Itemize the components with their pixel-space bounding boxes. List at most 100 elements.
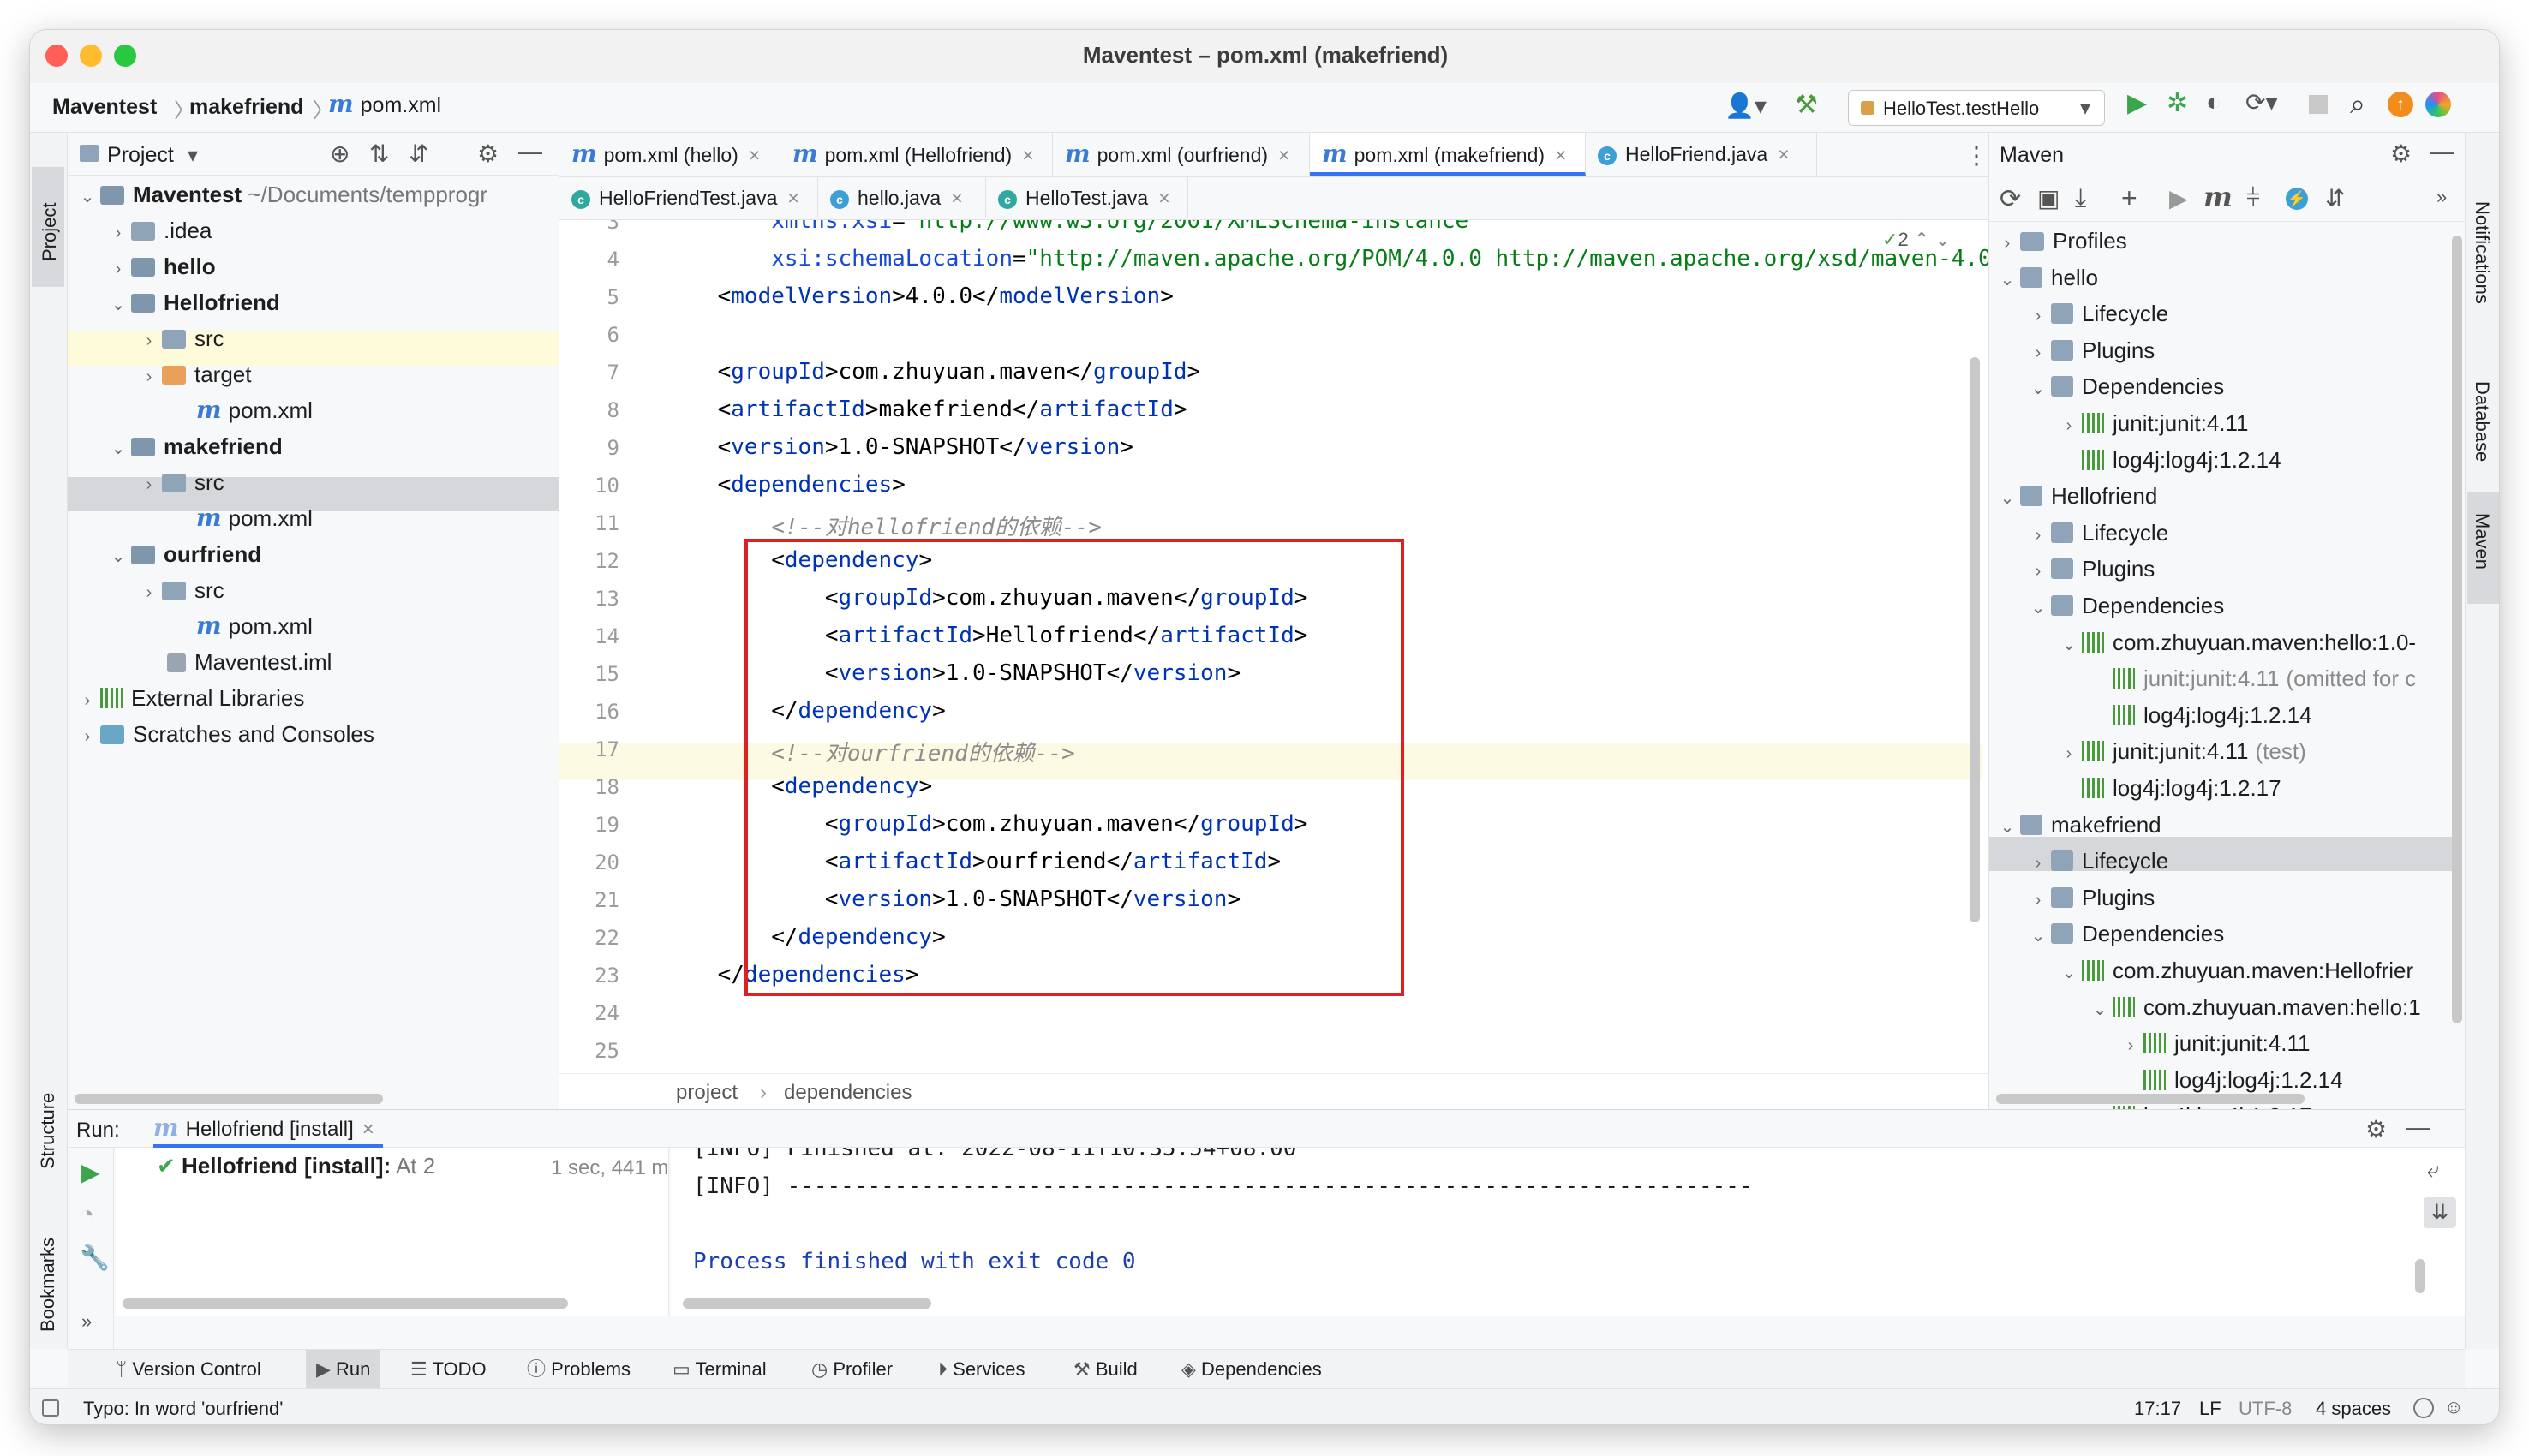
debug-bug-icon[interactable]: ✲	[2167, 88, 2188, 118]
tab-pom-hello[interactable]: m pom.xml (hello) ×	[559, 133, 780, 176]
chevron-right-icon[interactable]: ›	[2118, 1029, 2143, 1063]
maven-tree-item[interactable]: › Plugins	[2025, 552, 2155, 586]
breadcrumb-project-tag[interactable]: project	[676, 1081, 738, 1105]
expand-all-icon[interactable]: ⇅	[369, 140, 389, 168]
project-horizontal-scrollbar[interactable]	[75, 1094, 383, 1104]
chevron-down-icon[interactable]: ⌄	[1994, 263, 2020, 297]
chevron-down-icon[interactable]: ⌄	[1994, 481, 2020, 516]
maven-tree-item[interactable]: ⌄ Dependencies	[2025, 916, 2225, 953]
gear-icon[interactable]: ⚙	[2390, 140, 2412, 168]
notifications-icon[interactable]: ☺	[2444, 1396, 2463, 1418]
download-icon[interactable]: ⤓	[2075, 184, 2086, 213]
tree-item-target[interactable]: › target	[136, 357, 252, 391]
maven-tree-item[interactable]: › junit:junit:4.11	[2056, 406, 2249, 440]
close-icon[interactable]: ×	[1778, 143, 1789, 165]
breadcrumb-module[interactable]: makefriend	[189, 95, 303, 120]
jetbrains-logo-icon[interactable]	[2425, 92, 2451, 117]
run-tab-hellofriend-install[interactable]: m Hellofriend [install] ×	[153, 1113, 383, 1148]
tree-item-src[interactable]: › src	[136, 573, 224, 607]
maven-tree-item[interactable]: log4j:log4j:1.2.14	[2118, 1063, 2343, 1097]
console-horizontal-scrollbar[interactable]	[683, 1298, 931, 1309]
tab-pom-hellofriend[interactable]: m pom.xml (Hellofriend) ×	[780, 133, 1053, 176]
tab-hellotest-java[interactable]: c HelloTest.java ×	[986, 177, 1188, 218]
gear-icon[interactable]: ⚙	[477, 140, 499, 168]
chevron-right-icon[interactable]: ›	[1994, 226, 2020, 260]
breadcrumb-dependencies-tag[interactable]: dependencies	[784, 1081, 912, 1105]
run-tree-scrollbar[interactable]	[123, 1298, 568, 1309]
project-tool-button[interactable]: Project	[32, 167, 64, 287]
close-icon[interactable]: ×	[1555, 144, 1566, 166]
tree-item-ourfriend[interactable]: ⌄ ourfriend	[105, 537, 262, 571]
chevron-right-icon[interactable]: ›	[2025, 554, 2051, 588]
tab-hello-java[interactable]: c hello.java ×	[818, 177, 986, 218]
chevron-right-icon[interactable]: ›	[2025, 336, 2051, 370]
maven-tree-item[interactable]: log4j:log4j:1.2.14	[2056, 443, 2281, 477]
tree-item-pom[interactable]: m pom.xml	[196, 393, 313, 427]
maven-tree-item[interactable]: ⌄ Dependencies	[2025, 369, 2225, 406]
close-icon[interactable]: ×	[749, 144, 760, 166]
bookmarks-tool-button[interactable]: Bookmarks	[37, 1238, 59, 1332]
close-icon[interactable]: ×	[787, 187, 798, 209]
gear-icon[interactable]: ⚙	[2365, 1115, 2387, 1143]
maven-tree-item[interactable]: ⌄ hello	[1994, 260, 2098, 295]
skip-tests-icon[interactable]: ⚡	[2286, 188, 2308, 210]
bottom-tab-services[interactable]: ⏵ Services	[938, 1350, 1025, 1389]
maven-vertical-scrollbar[interactable]	[2452, 236, 2462, 1023]
tree-item-external-libraries[interactable]: › External Libraries	[75, 681, 305, 715]
maven-tool-button[interactable]: Maven	[2467, 492, 2499, 604]
chevron-down-icon[interactable]: ▾	[188, 143, 198, 168]
close-icon[interactable]: ×	[1278, 144, 1289, 166]
chevron-down-icon[interactable]: ⌄	[2056, 628, 2082, 662]
line-separator[interactable]: LF	[2199, 1398, 2221, 1420]
maven-tree-item[interactable]: › Lifecycle	[2025, 844, 2169, 878]
maven-tree-item[interactable]: ⌄ Dependencies	[2025, 588, 2225, 623]
bottom-tab-profiler[interactable]: ◷ Profiler	[811, 1350, 893, 1389]
close-icon[interactable]: ×	[951, 187, 962, 209]
more-icon[interactable]: »	[2436, 186, 2447, 208]
tree-item-maventest[interactable]: ⌄ Maventest ~/Documents/tempprogr	[75, 177, 487, 212]
bottom-tab-run[interactable]: ▶ Run	[306, 1350, 381, 1389]
breadcrumb-file[interactable]: m pom.xml	[328, 90, 441, 118]
tree-item-scratches[interactable]: › Scratches and Consoles	[75, 717, 374, 751]
maven-tree-item[interactable]: junit:junit:4.11 (omitted for c	[2087, 661, 2416, 695]
maven-tree-item[interactable]: ⌄ com.zhuyuan.maven:Hellofrier	[2056, 953, 2414, 988]
update-icon[interactable]: ↑	[2388, 92, 2413, 117]
chevron-down-icon[interactable]: ⌄	[2025, 372, 2051, 406]
tree-item-src[interactable]: › src	[136, 321, 224, 355]
scroll-to-end-icon[interactable]: ⇊	[2424, 1197, 2456, 1228]
chevron-down-icon[interactable]: ⌄	[2025, 919, 2051, 953]
coverage-icon[interactable]: ◐	[2206, 88, 2221, 117]
run-config-selector[interactable]: HelloTest.testHello ▾	[1848, 90, 2105, 126]
breadcrumb-project[interactable]: Maventest	[52, 95, 157, 120]
search-icon[interactable]: ⌕	[2350, 88, 2365, 121]
run-tree-entry[interactable]: ✔ Hellofriend [install]: At 2	[157, 1153, 435, 1179]
wrench-icon[interactable]: 🔧	[80, 1244, 110, 1272]
chevron-right-icon[interactable]: ›	[2025, 299, 2051, 333]
tree-item-idea[interactable]: › .idea	[105, 213, 212, 248]
maven-tree-item[interactable]: › Plugins	[2025, 880, 2155, 915]
add-icon[interactable]: +	[2121, 182, 2137, 214]
maven-tree-item[interactable]: ⌄ com.zhuyuan.maven:hello:1.0-	[2056, 625, 2416, 659]
structure-tool-button[interactable]: Structure	[37, 1093, 59, 1169]
indent-setting[interactable]: 4 spaces	[2316, 1398, 2391, 1420]
bottom-tab-build[interactable]: ⚒ Build	[1073, 1350, 1138, 1389]
user-account-icon[interactable]: 👤▾	[1725, 92, 1767, 120]
maven-tree-item[interactable]: › Lifecycle	[2025, 296, 2169, 333]
tab-hellofriendtest-java[interactable]: c HelloFriendTest.java ×	[559, 177, 818, 218]
tree-item-pom[interactable]: m pom.xml	[196, 609, 313, 643]
console-output[interactable]: [INFO] Finished at: 2022-08-11T10:35:54+…	[671, 1148, 2465, 1316]
bottom-tab-problems[interactable]: ⓘ Problems	[527, 1350, 631, 1389]
inspections-icon[interactable]	[2413, 1398, 2434, 1418]
run-maven-icon[interactable]: ▶	[2169, 184, 2188, 212]
chevron-right-icon[interactable]: ›	[2056, 409, 2082, 443]
bottom-tab-dependencies[interactable]: ◈ Dependencies	[1181, 1350, 1322, 1389]
build-hammer-icon[interactable]: ⚒	[1795, 90, 1818, 120]
console-vertical-scrollbar[interactable]	[2415, 1259, 2425, 1293]
chevron-down-icon[interactable]: ⌄	[2087, 993, 2113, 1027]
maven-tree-item[interactable]: log4j:log4j:1.2.14	[2087, 698, 2312, 732]
hide-panel-icon[interactable]: —	[2406, 1113, 2430, 1141]
bottom-tab-version-control[interactable]: ᛘ Version Control	[116, 1350, 261, 1389]
tab-pom-makefriend[interactable]: m pom.xml (makefriend) ×	[1310, 133, 1586, 176]
toggle-tool-windows-icon[interactable]	[42, 1399, 59, 1417]
collapse-all-icon[interactable]: ⇵	[2325, 184, 2345, 212]
